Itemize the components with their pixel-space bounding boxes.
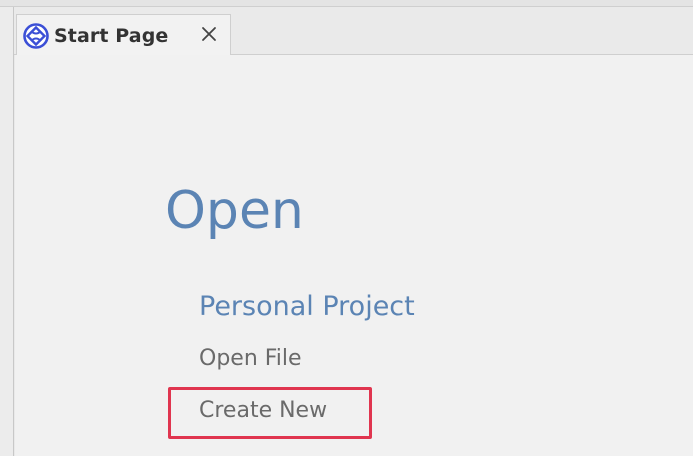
start-page-logo-icon [22,22,50,50]
open-file-link[interactable]: Open File [199,348,302,370]
left-dock-strip [0,7,14,456]
start-page-content: Open Personal Project Open File Create N… [15,55,693,456]
personal-project-link[interactable]: Personal Project [199,293,415,320]
tab-label: Start Page [54,24,169,47]
create-new-link[interactable]: Create New [199,400,327,422]
window-top-border [0,0,693,7]
close-icon[interactable] [198,23,220,45]
tab-start-page[interactable]: Start Page [16,14,231,56]
section-title-open: Open [165,181,304,241]
